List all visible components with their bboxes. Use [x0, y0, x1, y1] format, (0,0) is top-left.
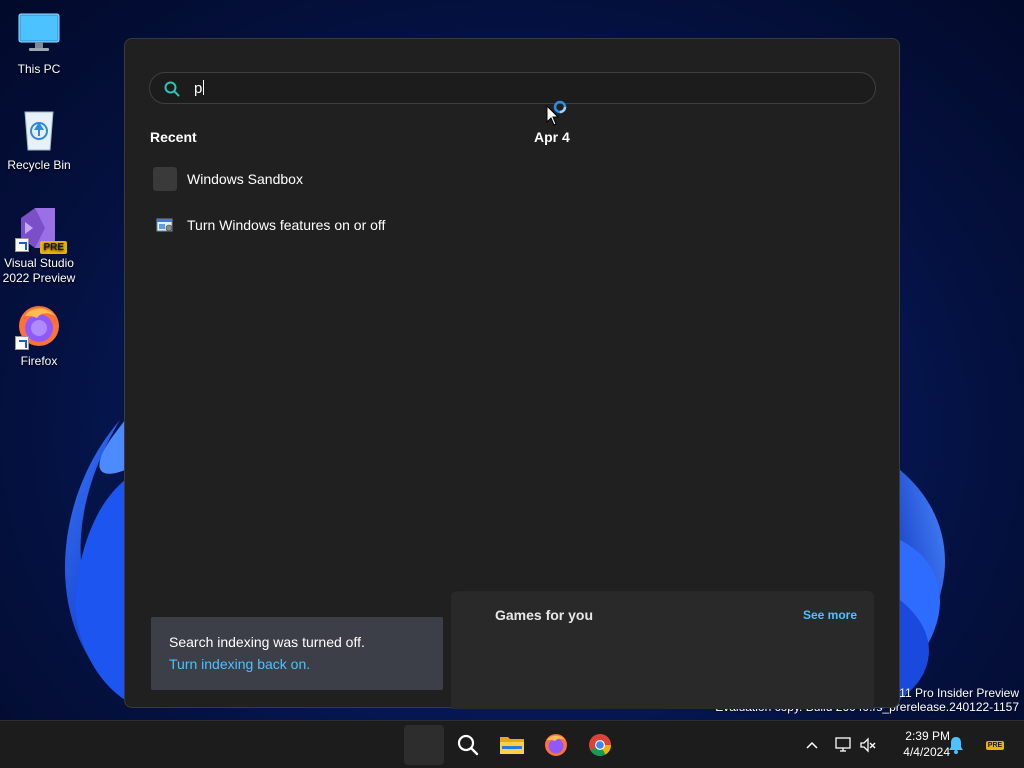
firefox-icon — [545, 734, 567, 756]
search-query: p — [194, 80, 203, 97]
app-placeholder-icon — [153, 167, 177, 191]
monitor-icon — [15, 10, 63, 58]
indexing-notice: Search indexing was turned off. Turn ind… — [151, 617, 443, 690]
games-for-you-card: Games for you See more — [451, 591, 874, 709]
clock[interactable]: 2:39 PM 4/4/2024 — [884, 728, 950, 760]
taskbar-file-explorer-button[interactable] — [492, 725, 532, 765]
recent-item-label: Windows Sandbox — [187, 171, 303, 187]
taskbar-chrome-button[interactable] — [580, 725, 620, 765]
network-status-button[interactable] — [832, 733, 856, 757]
desktop-icon-visual-studio[interactable]: PRE Visual Studio 2022 Preview — [0, 204, 78, 286]
search-input[interactable]: p — [194, 80, 205, 97]
shortcut-arrow-icon — [15, 336, 29, 350]
bell-icon — [949, 737, 963, 754]
desktop-icon-label: This PC — [17, 62, 61, 76]
pre-badge: PRE — [985, 740, 1005, 750]
indexing-title: Search indexing was turned off. — [169, 634, 365, 650]
insider-pre-badge: PRE — [983, 733, 1007, 757]
recent-item-windows-features[interactable]: Turn Windows features on or off — [153, 206, 483, 244]
taskbar-start-button[interactable] — [404, 725, 444, 765]
folder-icon — [500, 737, 524, 754]
taskbar-firefox-button[interactable] — [536, 725, 576, 765]
pre-badge: PRE — [40, 241, 67, 254]
show-hidden-icons-button[interactable] — [800, 733, 824, 757]
search-panel: p Recent Apr 4 Windows Sandbox Turn Wind… — [124, 38, 900, 709]
recycle-bin-icon — [15, 106, 63, 154]
clock-time: 2:39 PM — [905, 729, 950, 743]
taskbar: 2:39 PM 4/4/2024 PRE — [0, 720, 1024, 768]
volume-button[interactable] — [856, 733, 880, 757]
recent-heading: Recent — [150, 129, 197, 145]
volume-muted-icon — [860, 737, 876, 753]
turn-indexing-on-link[interactable]: Turn indexing back on. — [169, 656, 425, 672]
chrome-icon — [589, 734, 611, 756]
text-caret — [203, 80, 205, 95]
desktop-icon-this-pc[interactable]: This PC — [0, 10, 78, 77]
clock-date: 4/4/2024 — [903, 745, 950, 759]
recent-item-windows-sandbox[interactable]: Windows Sandbox — [153, 160, 483, 198]
chevron-up-icon — [806, 741, 818, 749]
notifications-button[interactable] — [944, 733, 968, 757]
visual-studio-icon: PRE — [15, 204, 67, 254]
firefox-icon — [15, 302, 63, 350]
busy-cursor-icon — [546, 100, 572, 132]
desktop-icon-recycle-bin[interactable]: Recycle Bin — [0, 106, 78, 173]
desktop-icon-label: Visual Studio 2022 Preview — [2, 256, 76, 285]
desktop-icon-label: Firefox — [20, 354, 58, 368]
search-icon — [457, 734, 479, 756]
windows-features-icon — [153, 213, 177, 237]
desktop-icon-firefox[interactable]: Firefox — [0, 302, 78, 369]
taskbar-search-button[interactable] — [448, 725, 488, 765]
desktop-icon-label: Recycle Bin — [7, 158, 71, 172]
search-icon — [164, 81, 180, 97]
search-box[interactable]: p — [149, 72, 876, 104]
network-icon — [835, 737, 851, 752]
games-title: Games for you — [495, 607, 594, 623]
start-icon — [414, 735, 434, 755]
see-more-link[interactable]: See more — [803, 608, 857, 622]
recent-item-label: Turn Windows features on or off — [187, 217, 386, 233]
shortcut-arrow-icon — [15, 238, 29, 252]
